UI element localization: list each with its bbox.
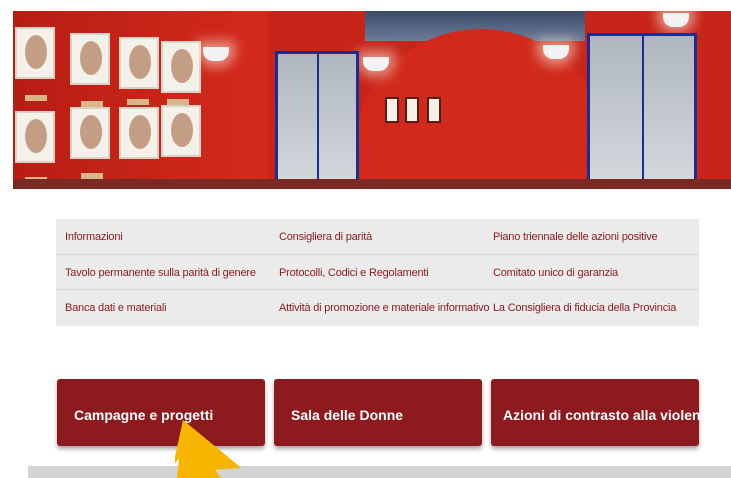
portrait-6 bbox=[70, 107, 110, 159]
portrait-8 bbox=[161, 105, 201, 157]
hero-door-right bbox=[587, 33, 697, 189]
portrait-2 bbox=[70, 33, 110, 85]
links-grid: Informazioni Consigliera di parità Piano… bbox=[56, 219, 699, 326]
link-informazioni[interactable]: Informazioni bbox=[65, 219, 123, 255]
links-row: Tavolo permanente sulla parità di genere… bbox=[56, 255, 699, 291]
hero-door-left bbox=[275, 51, 359, 189]
portrait-4 bbox=[161, 41, 201, 93]
wall-lamp bbox=[543, 45, 569, 59]
links-row: Informazioni Consigliera di parità Piano… bbox=[56, 219, 699, 255]
sala-donne-button[interactable]: Sala delle Donne bbox=[274, 379, 482, 446]
portrait-3 bbox=[119, 37, 159, 89]
link-protocolli[interactable]: Protocolli, Codici e Regolamenti bbox=[279, 255, 429, 291]
wall-lamp bbox=[203, 47, 229, 61]
wall-lamp bbox=[363, 57, 389, 71]
link-consigliera-parita[interactable]: Consigliera di parità bbox=[279, 219, 372, 255]
violence-actions-button[interactable]: Azioni di contrasto alla violenza bbox=[491, 379, 715, 446]
link-consigliera-fiducia[interactable]: La Consigliera di fiducia della Provinci… bbox=[493, 290, 676, 326]
hero-floor bbox=[13, 179, 731, 189]
hero-image bbox=[13, 11, 731, 189]
link-banca-dati[interactable]: Banca dati e materiali bbox=[65, 290, 167, 326]
portrait-5 bbox=[15, 111, 55, 163]
link-tavolo-permanente[interactable]: Tavolo permanente sulla parità di genere bbox=[65, 255, 256, 291]
arrow-cursor-icon bbox=[175, 420, 241, 478]
links-row: Banca dati e materiali Attività di promo… bbox=[56, 290, 699, 326]
link-piano-triennale[interactable]: Piano triennale delle azioni positive bbox=[493, 219, 658, 255]
portrait-1 bbox=[15, 27, 55, 79]
link-attivita-promozione[interactable]: Attività di promozione e materiale infor… bbox=[279, 290, 489, 326]
footer-band bbox=[28, 466, 731, 478]
wall-lamp bbox=[663, 13, 689, 27]
link-comitato-unico[interactable]: Comitato unico di garanzia bbox=[493, 255, 618, 291]
portrait-7 bbox=[119, 107, 159, 159]
